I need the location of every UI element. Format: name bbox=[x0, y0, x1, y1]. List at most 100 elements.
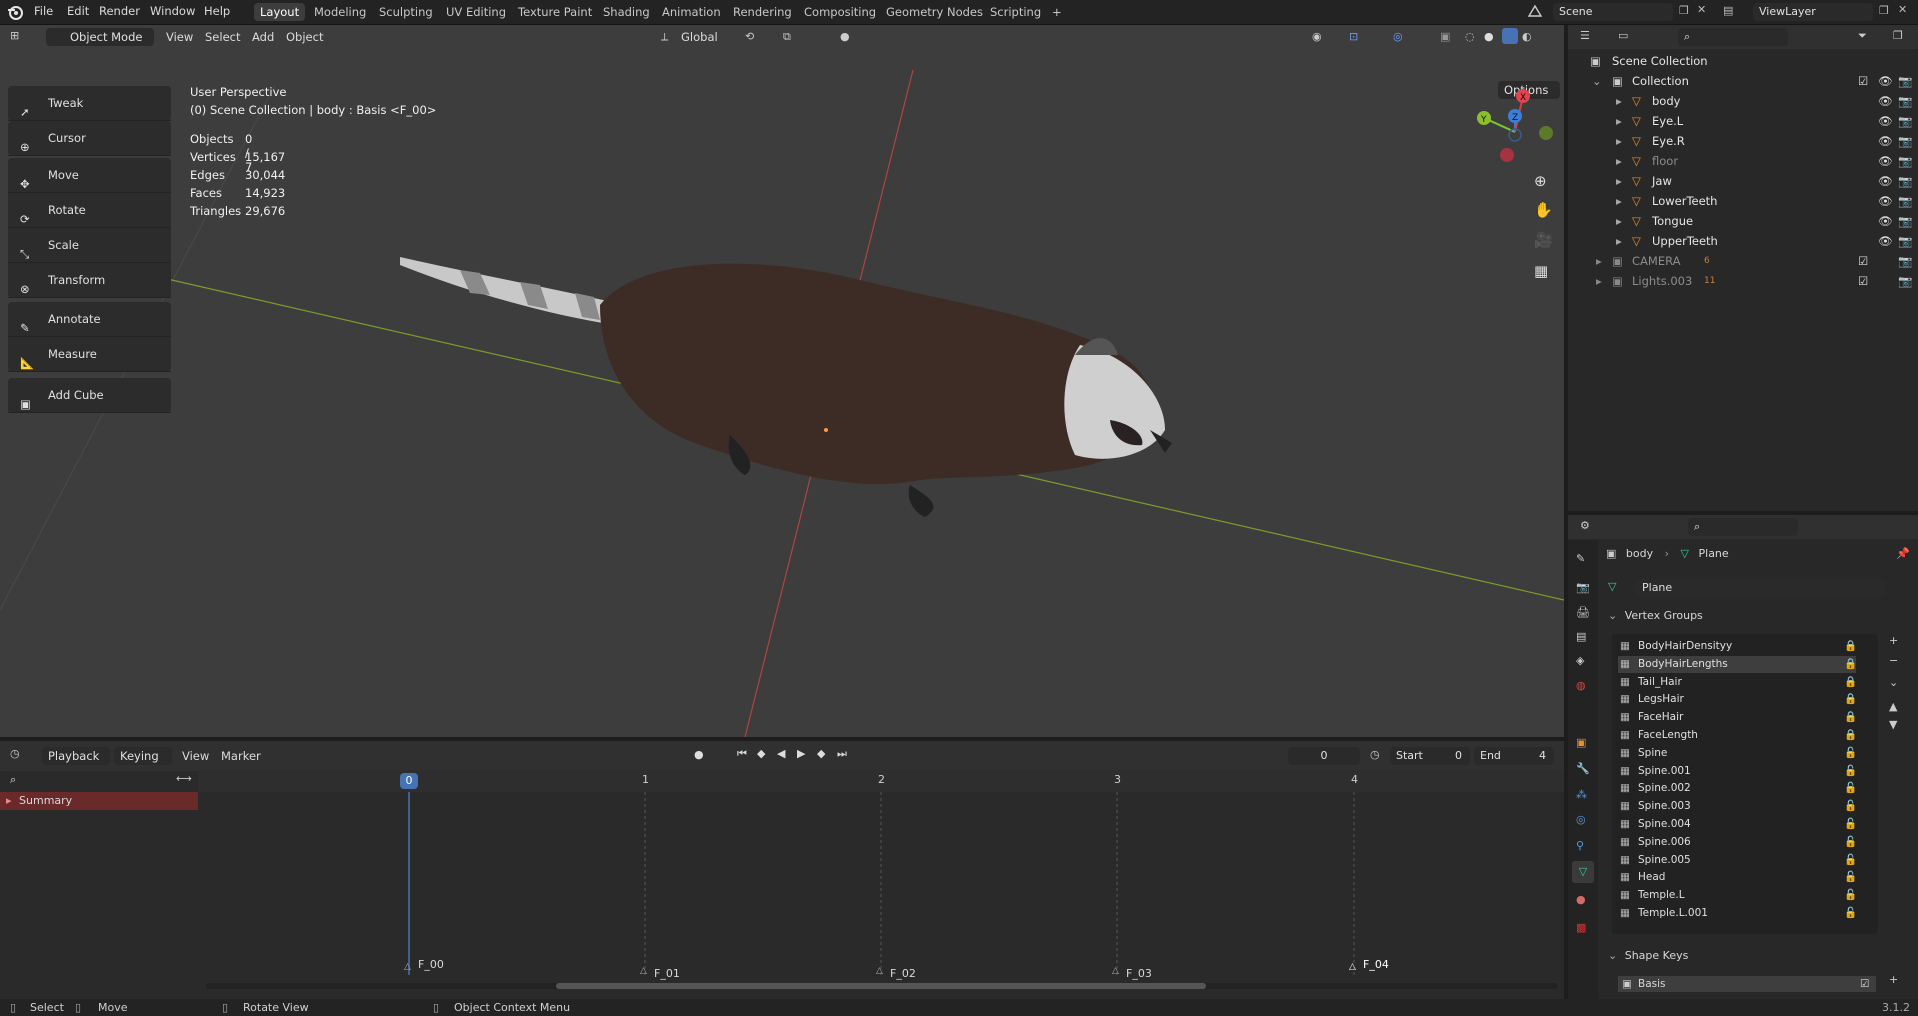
orientation-dropdown[interactable]: Global bbox=[681, 30, 718, 44]
mesh-data-tab-icon[interactable]: ▽ bbox=[1572, 861, 1594, 883]
outliner-object-row[interactable]: ▸ ▽ floor 👁 📷 bbox=[1568, 151, 1918, 171]
outliner-collection-row[interactable]: ▸ ▣ CAMERA 6 ☑ 📷 bbox=[1568, 251, 1918, 271]
outliner-editor-icon[interactable]: ☰ bbox=[1580, 29, 1590, 42]
outliner-object-row[interactable]: ▸ ▽ Eye.L 👁 📷 bbox=[1568, 111, 1918, 131]
menu-object[interactable]: Object bbox=[286, 30, 323, 44]
view-layer-tab-icon[interactable]: ▤ bbox=[1576, 630, 1586, 643]
remove-vertex-group-icon[interactable]: − bbox=[1889, 654, 1898, 667]
lock-icon[interactable]: 🔒 bbox=[1844, 709, 1857, 726]
camera-render-icon[interactable]: 📷 bbox=[1898, 111, 1912, 131]
filter-icon[interactable]: ⏷ bbox=[1858, 29, 1867, 43]
tool-tweak[interactable]: ➚ Tweak bbox=[8, 86, 171, 121]
vertex-group-item[interactable]: ▦ Spine.003 🔓 bbox=[1618, 798, 1857, 815]
menu-add[interactable]: Add bbox=[252, 30, 274, 44]
shape-keys-header[interactable]: ⌄ Shape Keys bbox=[1608, 949, 1688, 962]
scene-field[interactable]: Scene bbox=[1553, 3, 1673, 21]
3d-viewport[interactable] bbox=[0, 25, 1564, 737]
close-scene-icon[interactable]: ✕ bbox=[1697, 3, 1706, 16]
output-tab-icon[interactable]: 🖨 bbox=[1576, 606, 1590, 619]
camera-render-icon[interactable]: 📷 bbox=[1898, 71, 1912, 91]
view-layer-icon[interactable]: ▤ bbox=[1723, 4, 1733, 17]
new-collection-icon[interactable]: ❐ bbox=[1893, 29, 1903, 42]
marker-label[interactable]: F_04 bbox=[1363, 958, 1389, 971]
lock-icon[interactable]: 🔒 bbox=[1844, 691, 1857, 708]
outliner-object-row[interactable]: ▸ ▽ Eye.R 👁 📷 bbox=[1568, 131, 1918, 151]
render-tab-icon[interactable]: 📷 bbox=[1576, 581, 1590, 594]
lock-icon[interactable]: 🔒 bbox=[1844, 674, 1857, 691]
tool-tab-icon[interactable]: ✎ bbox=[1576, 552, 1585, 565]
display-mode-icon[interactable]: ▭ bbox=[1618, 29, 1628, 42]
add-workspace-button[interactable]: + bbox=[1046, 3, 1068, 21]
scene-tab-icon[interactable]: ◈ bbox=[1576, 654, 1584, 667]
copy-view-layer-icon[interactable]: ❐ bbox=[1879, 4, 1889, 17]
camera-render-icon[interactable]: 📷 bbox=[1898, 191, 1912, 211]
tool-scale[interactable]: ⤡ Scale bbox=[8, 228, 171, 263]
blender-logo-icon[interactable] bbox=[7, 4, 23, 20]
material-shading-icon[interactable] bbox=[1502, 28, 1518, 44]
tab-rendering[interactable]: Rendering bbox=[727, 3, 798, 21]
marker-triangle-icon[interactable]: △ bbox=[640, 966, 647, 976]
expand-arrow-icon[interactable]: ▸ bbox=[1596, 271, 1602, 291]
outliner-object-row[interactable]: ▸ ▽ body 👁 📷 bbox=[1568, 91, 1918, 111]
marker-triangle-icon[interactable]: △ bbox=[876, 966, 883, 976]
modifier-tab-icon[interactable]: 🔧 bbox=[1576, 762, 1590, 775]
move-down-icon[interactable]: ▼ bbox=[1889, 718, 1897, 731]
marker-menu[interactable]: Marker bbox=[221, 749, 261, 763]
outliner-object-row[interactable]: ▸ ▽ Jaw 👁 📷 bbox=[1568, 171, 1918, 191]
expand-arrow-icon[interactable]: ▸ bbox=[1596, 251, 1602, 271]
play-reverse-icon[interactable]: ◀ bbox=[777, 747, 785, 760]
expand-arrow-icon[interactable]: ▸ bbox=[1616, 111, 1622, 131]
collapse-arrow-icon[interactable]: ⌄ bbox=[1608, 609, 1617, 622]
unlock-icon[interactable]: 🔓 bbox=[1844, 745, 1857, 762]
expand-arrow-icon[interactable]: ▸ bbox=[1616, 151, 1622, 171]
camera-render-icon[interactable]: 📷 bbox=[1898, 131, 1912, 151]
vertex-group-item[interactable]: ▦ Spine.006 🔓 bbox=[1618, 834, 1857, 851]
marker-label[interactable]: F_02 bbox=[890, 967, 916, 980]
camera-view-icon[interactable]: 🎥 bbox=[1534, 231, 1553, 249]
checkbox-icon[interactable]: ☑ bbox=[1858, 71, 1868, 91]
camera-render-icon[interactable]: 📷 bbox=[1898, 151, 1912, 171]
marker-label[interactable]: F_03 bbox=[1126, 967, 1152, 980]
prev-keyframe-icon[interactable]: ◆ bbox=[757, 747, 765, 760]
mesh-browse-icon[interactable]: ▽ bbox=[1608, 580, 1616, 593]
vertex-group-item[interactable]: ▦ BodyHairDensityy 🔒 bbox=[1618, 638, 1857, 655]
vertex-group-item[interactable]: ▦ Temple.L.001 🔓 bbox=[1618, 905, 1857, 922]
zoom-icon[interactable]: ⊕ bbox=[1534, 172, 1547, 190]
unlock-icon[interactable]: 🔓 bbox=[1844, 798, 1857, 815]
close-view-layer-icon[interactable]: ✕ bbox=[1898, 3, 1907, 16]
vertex-group-item[interactable]: ▦ Temple.L 🔓 bbox=[1618, 887, 1857, 904]
texture-tab-icon[interactable]: ▩ bbox=[1576, 921, 1586, 934]
outliner-collection-row[interactable]: ▸ ▣ Lights.003 11 ☑ 📷 bbox=[1568, 271, 1918, 291]
vertex-group-item[interactable]: ▦ Head 🔓 bbox=[1618, 869, 1857, 886]
tab-uv-editing[interactable]: UV Editing bbox=[440, 3, 512, 21]
menu-edit[interactable]: Edit bbox=[67, 4, 89, 18]
vertex-group-item[interactable]: ▦ Spine.002 🔓 bbox=[1618, 780, 1857, 797]
tab-layout[interactable]: Layout bbox=[254, 3, 306, 21]
tab-shading[interactable]: Shading bbox=[597, 3, 656, 21]
clock-icon[interactable]: ◷ bbox=[1370, 748, 1380, 761]
tab-sculpting[interactable]: Sculpting bbox=[373, 3, 439, 21]
timeline-view-menu[interactable]: View bbox=[182, 749, 209, 763]
vertex-group-item[interactable]: ▦ Spine 🔓 bbox=[1618, 745, 1857, 762]
solid-shading-icon[interactable]: ● bbox=[1484, 30, 1494, 43]
tab-texture-paint[interactable]: Texture Paint bbox=[512, 3, 598, 21]
eye-icon[interactable]: 👁 bbox=[1878, 231, 1893, 251]
keying-menu[interactable]: Keying bbox=[114, 747, 172, 765]
wireframe-shading-icon[interactable]: ◌ bbox=[1465, 30, 1475, 43]
overlay-toggle-icon[interactable]: ◎ bbox=[1393, 30, 1403, 43]
editor-type-icon[interactable]: ⊞ bbox=[10, 29, 19, 42]
expand-arrow-icon[interactable]: ▸ bbox=[1616, 171, 1622, 191]
unlock-icon[interactable]: 🔓 bbox=[1844, 852, 1857, 869]
copy-scene-icon[interactable]: ❐ bbox=[1679, 4, 1689, 17]
vertex-group-item[interactable]: ▦ Spine.004 🔓 bbox=[1618, 816, 1857, 833]
start-frame-field[interactable]: Start 0 bbox=[1390, 747, 1470, 765]
pan-hand-icon[interactable]: ✋ bbox=[1534, 201, 1553, 219]
properties-search[interactable]: ⌕ bbox=[1688, 518, 1798, 536]
gizmo-neg-x[interactable] bbox=[1500, 148, 1514, 162]
menu-help[interactable]: Help bbox=[204, 4, 230, 18]
outliner-object-row[interactable]: ▸ ▽ LowerTeeth 👁 📷 bbox=[1568, 191, 1918, 211]
constraints-tab-icon[interactable]: ⚲ bbox=[1576, 839, 1584, 852]
gizmo-toggle-icon[interactable]: ⊡ bbox=[1349, 30, 1358, 43]
unlock-icon[interactable]: 🔓 bbox=[1844, 869, 1857, 886]
object-tab-icon[interactable]: ▣ bbox=[1576, 736, 1586, 749]
